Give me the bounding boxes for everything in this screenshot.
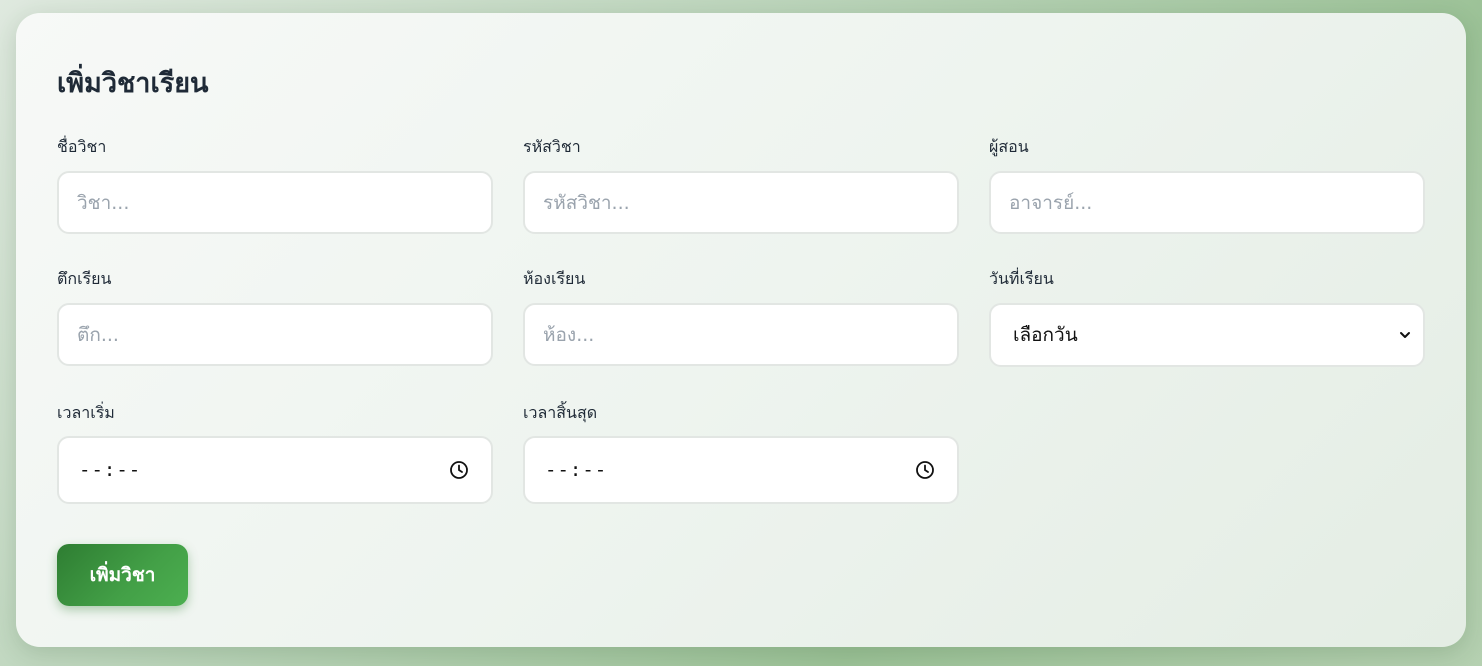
start-time-label: เวลาเริ่ม (57, 403, 115, 422)
study-day-select[interactable]: เลือกวัน (989, 303, 1425, 367)
end-time-value: --:-- (545, 459, 608, 481)
study-day-label: วันที่เรียน (989, 269, 1054, 288)
add-subject-button[interactable]: เพิ่มวิชา (57, 544, 188, 606)
chevron-down-icon (1397, 327, 1413, 343)
subject-name-label: ชื่อวิชา (57, 137, 107, 156)
clock-icon[interactable] (449, 460, 469, 480)
room-label: ห้องเรียน (523, 269, 586, 288)
end-time-label: เวลาสิ้นสุด (523, 403, 598, 422)
study-day-selected-value: เลือกวัน (1013, 324, 1078, 346)
building-input[interactable] (57, 303, 493, 366)
page-title: เพิ่มวิชาเรียน (57, 68, 209, 99)
room-input[interactable] (523, 303, 959, 366)
subject-code-input[interactable] (523, 171, 959, 234)
start-time-input[interactable]: --:-- (57, 436, 493, 504)
clock-icon[interactable] (915, 460, 935, 480)
building-label: ตึกเรียน (57, 269, 112, 288)
add-subject-card: เพิ่มวิชาเรียน ชื่อวิชา รหัสวิชา ผู้สอน … (16, 13, 1466, 647)
instructor-input[interactable] (989, 171, 1425, 234)
instructor-label: ผู้สอน (989, 137, 1029, 156)
end-time-input[interactable]: --:-- (523, 436, 959, 504)
subject-name-input[interactable] (57, 171, 493, 234)
subject-code-label: รหัสวิชา (523, 137, 581, 156)
start-time-value: --:-- (79, 459, 142, 481)
